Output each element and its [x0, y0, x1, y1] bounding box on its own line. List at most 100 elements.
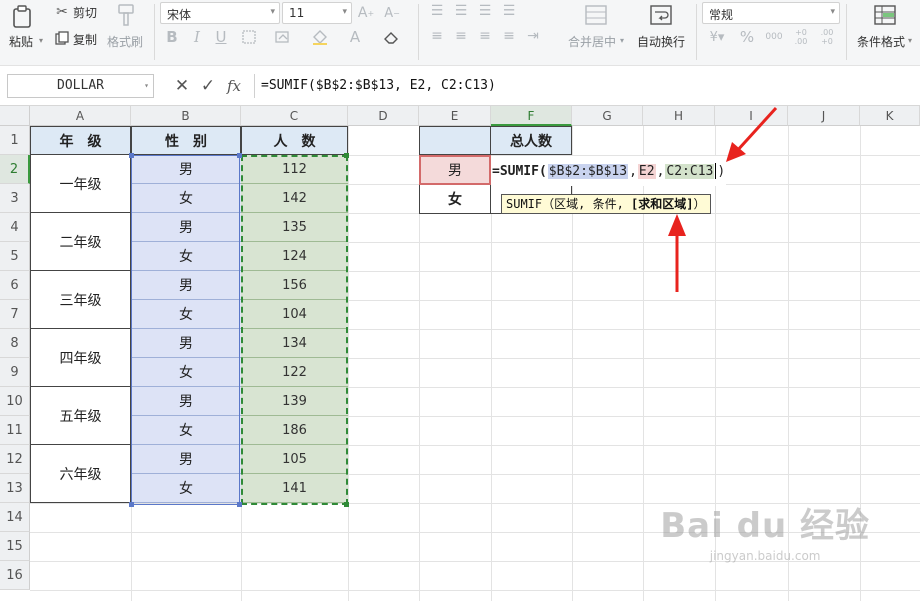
gender-cell[interactable]: 女 [131, 474, 241, 503]
decrease-decimal-icon[interactable]: .00 +0 [816, 26, 838, 48]
row-header-9[interactable]: 9 [0, 358, 30, 387]
orientation-icon[interactable]: ☰ [500, 2, 518, 20]
align-bottom-icon[interactable]: ☰ [476, 2, 494, 20]
count-cell[interactable]: 141 [241, 474, 348, 503]
range-handle[interactable] [344, 153, 349, 158]
align-right-icon[interactable]: ≡ [476, 27, 494, 45]
bold-icon[interactable]: B [163, 28, 181, 46]
column-header-k[interactable]: K [860, 106, 920, 126]
formula-arg-criteria[interactable]: E2 [637, 163, 656, 179]
select-all-corner[interactable] [0, 106, 30, 126]
cut-button[interactable]: 剪切 [73, 4, 97, 21]
range-handle[interactable] [129, 502, 134, 507]
italic-icon[interactable]: I [188, 28, 206, 46]
range-handle[interactable] [237, 502, 242, 507]
gender-cell[interactable]: 男 [131, 329, 241, 358]
summary-corner-cell[interactable] [419, 126, 491, 155]
grade-cell[interactable]: 一年级 [30, 155, 131, 213]
column-header-f[interactable]: F [491, 106, 572, 126]
row-header-10[interactable]: 10 [0, 387, 30, 416]
thousands-icon[interactable]: 000 [762, 28, 786, 46]
row-header-5[interactable]: 5 [0, 242, 30, 271]
number-format-select[interactable]: 常规 ▾ [702, 2, 840, 24]
column-header-d[interactable]: D [348, 106, 419, 126]
row-header-7[interactable]: 7 [0, 300, 30, 329]
column-header-e[interactable]: E [419, 106, 491, 126]
row-header-14[interactable]: 14 [0, 503, 30, 532]
range-handle[interactable] [237, 153, 242, 158]
merge-center-button[interactable]: 合并居中 [568, 33, 616, 50]
paste-button[interactable]: 粘贴 [9, 33, 33, 50]
column-header-j[interactable]: J [788, 106, 860, 126]
formula-input[interactable]: =SUMIF($B$2:$B$13, E2, C2:C13) [254, 74, 920, 98]
column-header-c[interactable]: C [241, 106, 348, 126]
row-header-3[interactable]: 3 [0, 184, 30, 213]
formula-arg-range[interactable]: $B$2:$B$13 [547, 163, 629, 179]
gender-cell[interactable]: 男 [131, 445, 241, 474]
column-header-i[interactable]: I [715, 106, 788, 126]
count-cell[interactable]: 134 [241, 329, 348, 358]
summary-header-cell[interactable]: 总人数 [491, 126, 572, 155]
range-handle[interactable] [129, 153, 134, 158]
count-cell[interactable]: 135 [241, 213, 348, 242]
grade-cell[interactable]: 二年级 [30, 213, 131, 271]
row-header-1[interactable]: 1 [0, 126, 30, 155]
gender-cell[interactable]: 男 [131, 387, 241, 416]
count-cell[interactable]: 142 [241, 184, 348, 213]
insert-function-icon[interactable]: fx [224, 75, 244, 97]
align-middle-icon[interactable]: ☰ [452, 2, 470, 20]
count-cell[interactable]: 112 [241, 155, 348, 184]
align-center-icon[interactable]: ≡ [452, 27, 470, 45]
row-header-4[interactable]: 4 [0, 213, 30, 242]
decrease-font-icon[interactable]: A − [382, 2, 402, 24]
count-cell[interactable]: 124 [241, 242, 348, 271]
indent-icon[interactable]: ⇥ [524, 27, 542, 45]
eraser-icon[interactable] [380, 28, 404, 46]
header-cell-b[interactable]: 性 别 [131, 126, 241, 155]
cell-style-icon[interactable] [272, 28, 294, 46]
gender-cell[interactable]: 男 [131, 271, 241, 300]
scissors-icon[interactable]: ✂ [53, 3, 71, 21]
format-painter-button[interactable]: 格式刷 [107, 33, 143, 50]
fill-color-icon[interactable] [308, 28, 332, 46]
row-header-6[interactable]: 6 [0, 271, 30, 300]
row-header-13[interactable]: 13 [0, 474, 30, 503]
cell-formula-editor[interactable]: =SUMIF( $B$2:$B$13 , E2 , C2:C13 ) [491, 156, 727, 186]
grade-cell[interactable]: 六年级 [30, 445, 131, 503]
row-header-2[interactable]: 2 [0, 155, 30, 184]
chevron-down-icon[interactable]: ▾ [144, 75, 149, 97]
count-cell[interactable]: 104 [241, 300, 348, 329]
copy-button[interactable]: 复制 [73, 31, 97, 48]
column-header-h[interactable]: H [643, 106, 715, 126]
wrap-text-button[interactable]: 自动换行 [637, 33, 685, 50]
merge-caret-icon[interactable]: ▾ [620, 36, 624, 45]
copy-icon[interactable] [53, 29, 71, 47]
row-header-8[interactable]: 8 [0, 329, 30, 358]
row-header-15[interactable]: 15 [0, 532, 30, 561]
range-handle[interactable] [344, 502, 349, 507]
gender-cell[interactable]: 女 [131, 242, 241, 271]
header-cell-a[interactable]: 年 级 [30, 126, 131, 155]
count-cell[interactable]: 105 [241, 445, 348, 474]
count-cell[interactable]: 156 [241, 271, 348, 300]
gender-cell[interactable]: 男 [131, 213, 241, 242]
increase-decimal-icon[interactable]: +0 .00 [790, 26, 812, 48]
count-cell[interactable]: 186 [241, 416, 348, 445]
gender-cell[interactable]: 女 [131, 184, 241, 213]
underline-icon[interactable]: U [212, 28, 230, 46]
align-top-icon[interactable]: ☰ [428, 2, 446, 20]
paste-caret-icon[interactable]: ▾ [39, 36, 43, 45]
header-cell-c[interactable]: 人 数 [241, 126, 348, 155]
gender-cell[interactable]: 男 [131, 155, 241, 184]
confirm-icon[interactable]: ✓ [198, 75, 218, 97]
align-left-icon[interactable]: ≡ [428, 27, 446, 45]
font-size-select[interactable]: 11 ▾ [282, 2, 352, 24]
row-header-16[interactable]: 16 [0, 561, 30, 590]
gender-cell[interactable]: 女 [131, 358, 241, 387]
paste-icon[interactable] [10, 4, 36, 30]
format-painter-icon[interactable] [114, 2, 138, 28]
wrap-text-icon[interactable] [648, 2, 674, 28]
cancel-icon[interactable]: ✕ [172, 75, 192, 97]
font-color-icon[interactable]: A [345, 28, 365, 46]
column-header-g[interactable]: G [572, 106, 643, 126]
